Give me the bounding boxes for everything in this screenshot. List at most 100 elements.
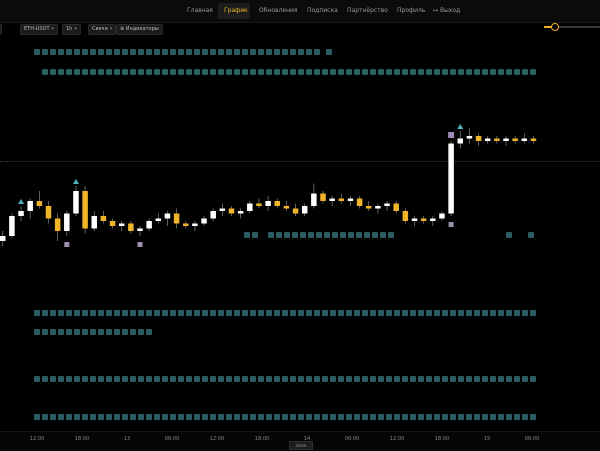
signal-block bbox=[316, 232, 322, 238]
signal-block bbox=[426, 414, 432, 420]
indicators-button[interactable]: ⊕ Индикаторы bbox=[116, 24, 163, 35]
signal-block bbox=[402, 376, 408, 382]
signal-block bbox=[114, 414, 120, 420]
signal-block bbox=[434, 310, 440, 316]
signal-block bbox=[314, 414, 320, 420]
candle bbox=[210, 211, 216, 219]
signal-block bbox=[522, 414, 528, 420]
nav-logout[interactable]: ↦ Выход bbox=[433, 7, 460, 15]
signal-block bbox=[106, 329, 112, 335]
signal-block bbox=[162, 310, 168, 316]
candle bbox=[338, 198, 345, 201]
signal-block bbox=[530, 376, 536, 382]
chart-toolbar: ETH-USDT ▾ 1h ▾ Свечи ▾ ⊕ Индикаторы bbox=[0, 22, 600, 36]
signal-block bbox=[298, 414, 304, 420]
signal-block bbox=[340, 232, 346, 238]
signal-block bbox=[210, 376, 216, 382]
signal-block bbox=[242, 376, 248, 382]
signal-block bbox=[474, 414, 480, 420]
time-axis-tick: 18:00 bbox=[74, 436, 90, 442]
signal-block bbox=[290, 310, 296, 316]
signal-block bbox=[490, 310, 496, 316]
signal-block bbox=[314, 376, 320, 382]
signal-block bbox=[98, 310, 104, 316]
time-axis-tick: 06:00 bbox=[164, 436, 180, 442]
signal-block bbox=[490, 376, 496, 382]
signal-block bbox=[482, 376, 488, 382]
signal-block bbox=[306, 414, 312, 420]
candle bbox=[137, 228, 143, 231]
nav-chart[interactable]: График bbox=[224, 7, 248, 15]
signal-block bbox=[114, 329, 120, 335]
signal-block bbox=[282, 414, 288, 420]
signal-block bbox=[66, 376, 72, 382]
scroll-reset-button[interactable]: zoom bbox=[289, 441, 313, 450]
signal-block bbox=[194, 310, 200, 316]
candle bbox=[173, 213, 180, 224]
signal-block bbox=[50, 310, 56, 316]
signal-block bbox=[322, 310, 328, 316]
signal-block bbox=[298, 310, 304, 316]
signal-block bbox=[378, 414, 384, 420]
candle bbox=[494, 138, 500, 141]
nav-subscription[interactable]: Подписка bbox=[307, 7, 338, 15]
chevron-down-icon: ▾ bbox=[109, 26, 113, 32]
signal-block bbox=[266, 310, 272, 316]
signal-block bbox=[146, 310, 152, 316]
nav-updates[interactable]: Обновления bbox=[259, 7, 298, 15]
signal-block bbox=[178, 310, 184, 316]
signal-block bbox=[362, 310, 368, 316]
signal-block bbox=[300, 232, 306, 238]
price-chart[interactable] bbox=[0, 36, 600, 431]
pair-selector[interactable]: ETH-USDT ▾ bbox=[20, 24, 59, 35]
chevron-down-icon: ▾ bbox=[51, 26, 55, 32]
signal-block bbox=[346, 414, 352, 420]
candle bbox=[521, 138, 528, 141]
signal-block bbox=[354, 376, 360, 382]
signal-block bbox=[218, 414, 224, 420]
candle bbox=[301, 206, 308, 214]
candle bbox=[91, 216, 97, 229]
signal-block bbox=[506, 414, 512, 420]
signal-block bbox=[138, 329, 144, 335]
nav-partnership[interactable]: Партнёрство bbox=[347, 7, 388, 15]
signal-block bbox=[242, 414, 248, 420]
indicators-icon: ⊕ bbox=[120, 26, 125, 32]
signal-block bbox=[298, 376, 304, 382]
scroll-reset-label: zoom bbox=[295, 443, 307, 448]
chart-type-selector[interactable]: Свечи ▾ bbox=[88, 24, 117, 35]
signal-block bbox=[372, 232, 378, 238]
signal-block bbox=[314, 310, 320, 316]
nav-home[interactable]: Главная bbox=[187, 7, 213, 15]
signal-block bbox=[274, 310, 280, 316]
candle bbox=[155, 218, 162, 221]
top-navigation: Главная График Обновления Подписка Партн… bbox=[0, 0, 600, 23]
nav-profile[interactable]: Профиль bbox=[397, 7, 425, 15]
signal-block bbox=[370, 376, 376, 382]
signal-block bbox=[154, 310, 160, 316]
signal-block bbox=[474, 310, 480, 316]
signal-block bbox=[332, 232, 338, 238]
signal-block bbox=[506, 310, 512, 316]
nav-logout-label: Выход bbox=[439, 7, 461, 14]
candle bbox=[466, 136, 473, 139]
signal-block bbox=[250, 376, 256, 382]
indicators-button-label: Индикаторы bbox=[125, 26, 159, 32]
candle bbox=[118, 223, 125, 226]
signal-block bbox=[498, 376, 504, 382]
signal-block bbox=[346, 310, 352, 316]
candle bbox=[274, 201, 280, 206]
timeframe-selector[interactable]: 1h ▾ bbox=[62, 24, 81, 35]
candle bbox=[356, 198, 363, 206]
signal-block bbox=[170, 414, 176, 420]
signal-block bbox=[154, 414, 160, 420]
signal-block bbox=[450, 414, 456, 420]
signal-block bbox=[194, 414, 200, 420]
signal-block bbox=[138, 414, 144, 420]
candle bbox=[439, 213, 445, 219]
signal-block bbox=[138, 376, 144, 382]
toolbar-menu-fragment[interactable] bbox=[0, 24, 2, 35]
signal-block bbox=[50, 376, 56, 382]
signal-block bbox=[34, 376, 40, 382]
candle bbox=[420, 218, 427, 221]
